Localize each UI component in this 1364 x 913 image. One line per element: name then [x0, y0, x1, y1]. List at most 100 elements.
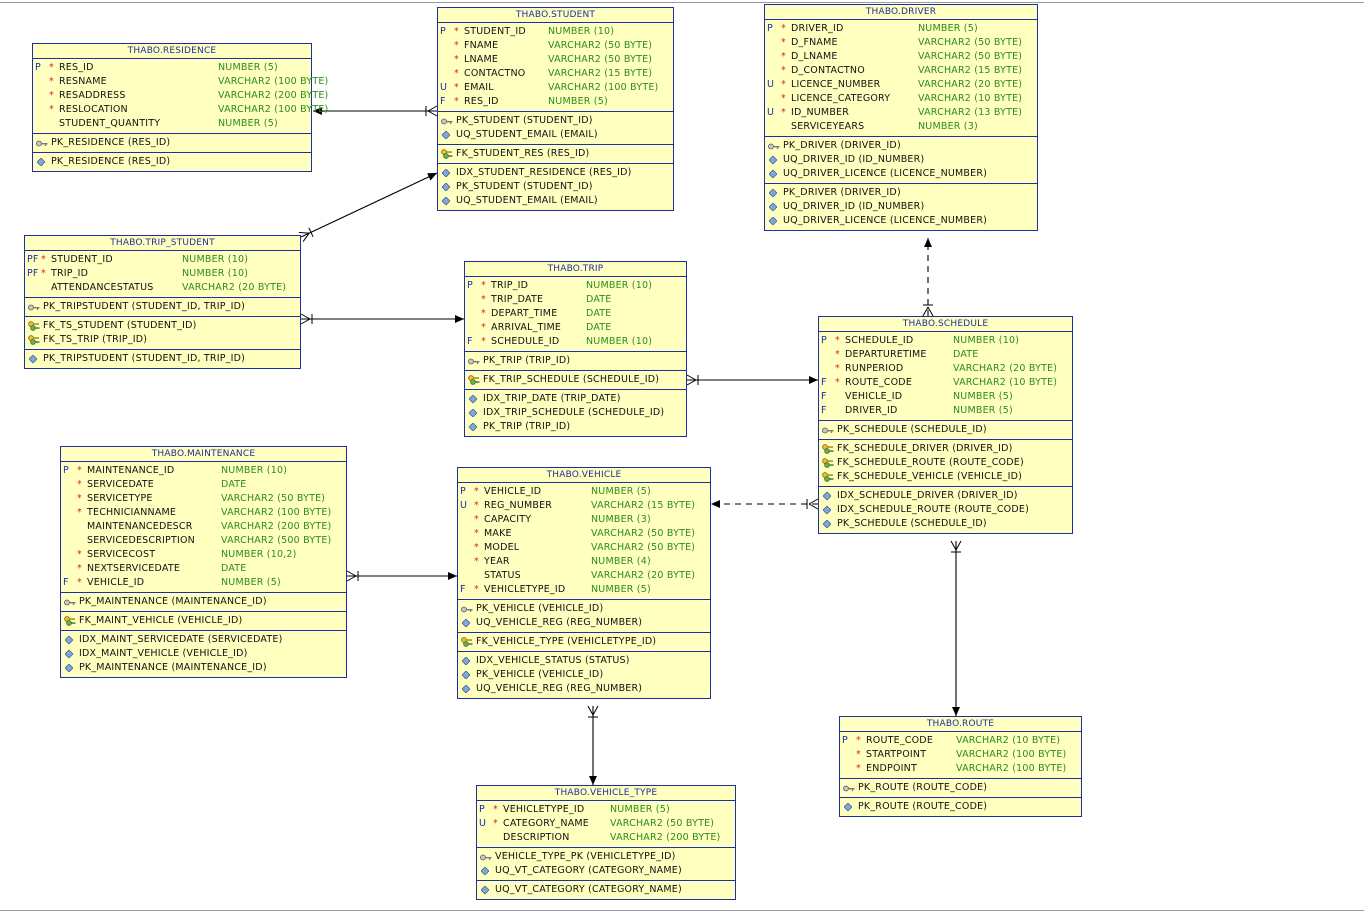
table-vehicle[interactable]: THABO.VEHICLE P * VEHICLE_ID NUMBER (5) U * REG… [457, 467, 711, 699]
cardinality-bar [308, 227, 314, 238]
mandatory-marker: * [781, 51, 786, 62]
index-icon [462, 671, 470, 679]
column-type: VARCHAR2 (10 BYTE) [918, 93, 1023, 104]
column-flag: P [460, 486, 466, 497]
table-trip-student[interactable]: THABO.TRIP_STUDENT PF * STUDENT_ID NUMBER (1… [24, 235, 301, 369]
key-label: IDX_MAINT_VEHICLE (VEHICLE_ID) [79, 648, 248, 659]
table-trip[interactable]: THABO.TRIP P * TRIP_ID NUMBER (10) * TRIP_DATE… [464, 261, 687, 437]
column-row: U * EMAIL VARCHAR2 (100 BYTE) [438, 81, 673, 95]
column-name: MODEL [484, 542, 520, 553]
column-row: * RESNAME VARCHAR2 (100 BYTE) [33, 75, 328, 89]
column-type: VARCHAR2 (50 BYTE) [591, 528, 696, 539]
index-icon [65, 664, 73, 672]
column-list: P * TRIP_ID NUMBER (10) * TRIP_DATE DATE * DEPAR… [465, 277, 686, 352]
primary-key-row: PK_MAINTENANCE (MAINTENANCE_ID) [61, 595, 346, 609]
column-row: * ENDPOINT VARCHAR2 (100 BYTE) [840, 762, 1081, 776]
key-label: PK_ROUTE (ROUTE_CODE) [858, 782, 988, 793]
column-row: * D_FNAME VARCHAR2 (50 BYTE) [765, 36, 1037, 50]
table-vehicle-type[interactable]: THABO.VEHICLE_TYPE P * VEHICLETYPE_ID NUMBER… [476, 785, 736, 900]
column-type: VARCHAR2 (50 BYTE) [918, 51, 1023, 62]
index-icon [65, 650, 73, 658]
column-name: DRIVER_ID [791, 23, 844, 34]
mandatory-marker: * [474, 500, 479, 511]
crows-foot [955, 540, 962, 551]
crows-foot [808, 498, 819, 505]
key-section: IDX_TRIP_DATE (TRIP_DATE) IDX_TRIP_SCHEDU… [465, 390, 686, 436]
foreign-key-row: FK_MAINT_VEHICLE (VEHICLE_ID) [61, 614, 346, 628]
column-type: VARCHAR2 (100 BYTE) [221, 507, 332, 518]
key-label: UQ_DRIVER_ID (ID_NUMBER) [783, 154, 925, 165]
index-row: UQ_DRIVER_LICENCE (LICENCE_NUMBER) [765, 214, 1037, 228]
arrowhead [448, 572, 457, 580]
column-name: VEHICLE_ID [484, 486, 542, 497]
key-label: PK_RESIDENCE (RES_ID) [51, 137, 171, 148]
column-type: NUMBER (5) [591, 584, 651, 595]
column-row: F * ROUTE_CODE VARCHAR2 (10 BYTE) [819, 376, 1072, 390]
table-title: THABO.RESIDENCE [33, 44, 311, 59]
arrowhead [924, 238, 932, 247]
key-section: IDX_STUDENT_RESIDENCE (RES_ID) PK_STUDENT… [438, 164, 673, 210]
foreign-key-icon [822, 472, 834, 482]
index-icon [65, 636, 73, 644]
column-row: F * SCHEDULE_ID NUMBER (10) [465, 335, 686, 349]
column-type: VARCHAR2 (50 BYTE) [610, 818, 715, 829]
column-type: DATE [221, 479, 247, 490]
column-name: TRIP_ID [491, 280, 529, 291]
key-label: PK_MAINTENANCE (MAINTENANCE_ID) [79, 662, 267, 673]
column-name: RESADDRESS [59, 90, 126, 101]
key-label: FK_VEHICLE_TYPE (VEHICLETYPE_ID) [476, 636, 657, 647]
column-type: VARCHAR2 (100 BYTE) [218, 104, 329, 115]
column-name: DEPART_TIME [491, 308, 558, 319]
key-section: IDX_SCHEDULE_DRIVER (DRIVER_ID) IDX_SCHED… [819, 487, 1072, 533]
column-type: NUMBER (3) [591, 514, 651, 525]
index-icon [469, 395, 477, 403]
column-row: * D_LNAME VARCHAR2 (50 BYTE) [765, 50, 1037, 64]
column-type: NUMBER (5) [221, 577, 281, 588]
key-label: FK_SCHEDULE_ROUTE (ROUTE_CODE) [837, 457, 1024, 468]
index-row: UQ_STUDENT_EMAIL (EMAIL) [438, 128, 673, 142]
index-icon [462, 685, 470, 693]
column-row: * ARRIVAL_TIME DATE [465, 321, 686, 335]
column-row: U * CATEGORY_NAME VARCHAR2 (50 BYTE) [477, 817, 735, 831]
table-route[interactable]: THABO.ROUTE P * ROUTE_CODE VARCHAR2 (10 BYTE… [839, 716, 1082, 817]
key-section: PK_TRIPSTUDENT (STUDENT_ID, TRIP_ID) [25, 350, 300, 368]
column-row: * TRIP_DATE DATE [465, 293, 686, 307]
table-schedule[interactable]: THABO.SCHEDULE P * SCHEDULE_ID NUMBER (10) * D… [818, 316, 1073, 534]
crows-foot [346, 570, 357, 577]
column-row: * TECHNICIANNAME VARCHAR2 (100 BYTE) [61, 506, 346, 520]
column-name: SCHEDULE_ID [845, 335, 914, 346]
column-flag: U [440, 82, 448, 93]
column-type: VARCHAR2 (200 BYTE) [221, 521, 332, 532]
column-name: RUNPERIOD [845, 363, 904, 374]
column-name: MAINTENANCE_ID [87, 465, 175, 476]
column-type: NUMBER (10) [221, 465, 288, 476]
key-label: PK_DRIVER (DRIVER_ID) [783, 187, 901, 198]
table-residence[interactable]: THABO.RESIDENCE P * RES_ID NUMBER (5) * RESNAM… [32, 43, 328, 172]
column-type: DATE [586, 308, 612, 319]
key-label: FK_TS_TRIP (TRIP_ID) [43, 334, 148, 345]
column-flag: F [821, 391, 827, 402]
index-icon [769, 203, 777, 211]
column-row: F DRIVER_ID NUMBER (5) [819, 404, 1072, 418]
column-row: F * VEHICLETYPE_ID NUMBER (5) [458, 583, 710, 597]
column-row: * SERVICETYPE VARCHAR2 (50 BYTE) [61, 492, 346, 506]
key-label: PK_MAINTENANCE (MAINTENANCE_ID) [79, 596, 267, 607]
table-student[interactable]: THABO.STUDENT P * STUDENT_ID NUMBER (10) * FNA… [437, 7, 674, 211]
table-maintenance[interactable]: THABO.MAINTENANCE P * MAINTENANCE_ID NUMBER … [60, 446, 347, 678]
mandatory-marker: * [454, 26, 459, 37]
index-icon [442, 169, 450, 177]
mandatory-marker: * [781, 79, 786, 90]
mandatory-marker: * [493, 818, 498, 829]
column-name: D_FNAME [791, 37, 838, 48]
primary-key-row: PK_TRIP (TRIP_ID) [465, 354, 686, 368]
table-driver[interactable]: THABO.DRIVER P * DRIVER_ID NUMBER (5) * D_FNAM… [764, 4, 1038, 231]
primary-key-row: PK_RESIDENCE (RES_ID) [33, 136, 311, 150]
column-flag: F [821, 377, 827, 388]
index-row: UQ_VEHICLE_REG (REG_NUMBER) [458, 682, 710, 696]
foreign-key-row: FK_STUDENT_RES (RES_ID) [438, 147, 673, 161]
column-list: P * MAINTENANCE_ID NUMBER (10) * SERVICEDATE D… [61, 462, 346, 593]
mandatory-marker: * [454, 82, 459, 93]
key-section: FK_MAINT_VEHICLE (VEHICLE_ID) [61, 612, 346, 631]
foreign-key-row: FK_SCHEDULE_ROUTE (ROUTE_CODE) [819, 456, 1072, 470]
column-type: VARCHAR2 (50 BYTE) [918, 37, 1023, 48]
